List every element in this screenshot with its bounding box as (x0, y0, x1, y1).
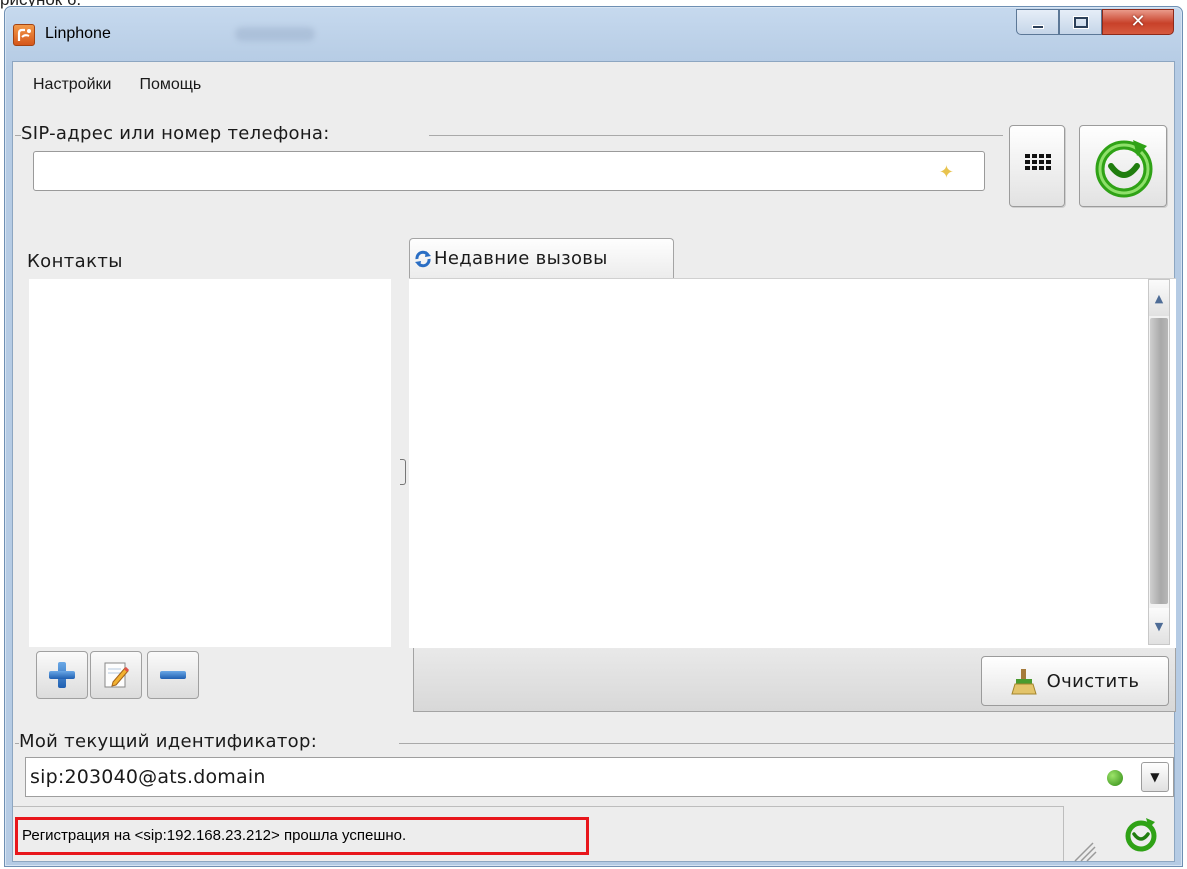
identity-group-label: Мой текущий идентификатор: (19, 731, 320, 752)
vertical-scrollbar[interactable]: ▲ ▼ (1148, 279, 1170, 645)
recent-calls-list[interactable]: ▲ ▼ (409, 278, 1176, 648)
dialpad-button[interactable] (1009, 125, 1065, 207)
status-message: Регистрация на <sip:192.168.23.212> прош… (15, 817, 589, 855)
edit-contact-button[interactable] (90, 651, 142, 699)
menu-help[interactable]: Помощь (139, 74, 201, 96)
presence-online-icon (1107, 770, 1123, 786)
title-blurred-area (235, 27, 315, 41)
contacts-label: Контакты (27, 251, 123, 272)
menu-bar: Настройки Помощь (33, 74, 201, 96)
call-icon (1095, 140, 1153, 198)
call-status-icon (1125, 818, 1157, 852)
recent-calls-toolbar: Очистить (413, 648, 1176, 712)
call-button[interactable] (1079, 125, 1167, 207)
linphone-window: Linphone ✕ Настройки Помощь SIP-адрес ил… (4, 6, 1183, 867)
identity-group-line-right (399, 743, 1175, 744)
maximize-icon (1073, 16, 1088, 28)
sip-address-input[interactable]: ✦ (33, 151, 985, 191)
clear-button[interactable]: Очистить (981, 656, 1169, 706)
scrollbar-thumb[interactable] (1150, 318, 1168, 604)
identity-combobox[interactable]: sip:203040@ats.domain ▼ (25, 757, 1174, 797)
add-contact-button[interactable] (36, 651, 88, 699)
close-icon: ✕ (1130, 11, 1146, 32)
broom-icon (1010, 669, 1037, 695)
clear-button-label: Очистить (1046, 670, 1140, 692)
minus-icon (160, 671, 186, 679)
status-bar: Регистрация на <sip:192.168.23.212> прош… (13, 806, 1064, 861)
contacts-list[interactable] (29, 279, 391, 647)
star-icon[interactable]: ✦ (939, 162, 954, 183)
minimize-icon (1031, 24, 1044, 29)
tab-recent-calls[interactable]: Недавние вызовы (409, 238, 674, 278)
sip-group-line-right (429, 135, 1003, 136)
chevron-down-icon[interactable]: ▼ (1141, 762, 1169, 792)
linphone-icon (13, 24, 35, 46)
pane-splitter-handle[interactable] (400, 459, 406, 485)
scroll-down-button[interactable]: ▼ (1149, 608, 1169, 644)
sip-group-label: SIP-адрес или номер телефона: (21, 123, 332, 144)
maximize-button[interactable] (1059, 9, 1102, 35)
window-controls: ✕ (1016, 9, 1174, 35)
scroll-up-button[interactable]: ▲ (1149, 280, 1169, 316)
resize-grip-icon[interactable] (1073, 842, 1097, 862)
menu-settings[interactable]: Настройки (33, 74, 111, 96)
identity-value: sip:203040@ats.domain (30, 766, 266, 788)
close-button[interactable]: ✕ (1102, 9, 1174, 35)
edit-icon (104, 662, 130, 688)
refresh-icon (415, 250, 431, 267)
tab-recent-calls-label: Недавние вызовы (434, 248, 608, 269)
title-bar[interactable]: Linphone ✕ (5, 7, 1182, 61)
plus-icon (49, 662, 75, 688)
window-title: Linphone (45, 25, 111, 42)
minimize-button[interactable] (1016, 9, 1059, 35)
client-area: Настройки Помощь SIP-адрес или номер тел… (12, 61, 1176, 862)
remove-contact-button[interactable] (147, 651, 199, 699)
dialpad-icon (1025, 154, 1051, 170)
